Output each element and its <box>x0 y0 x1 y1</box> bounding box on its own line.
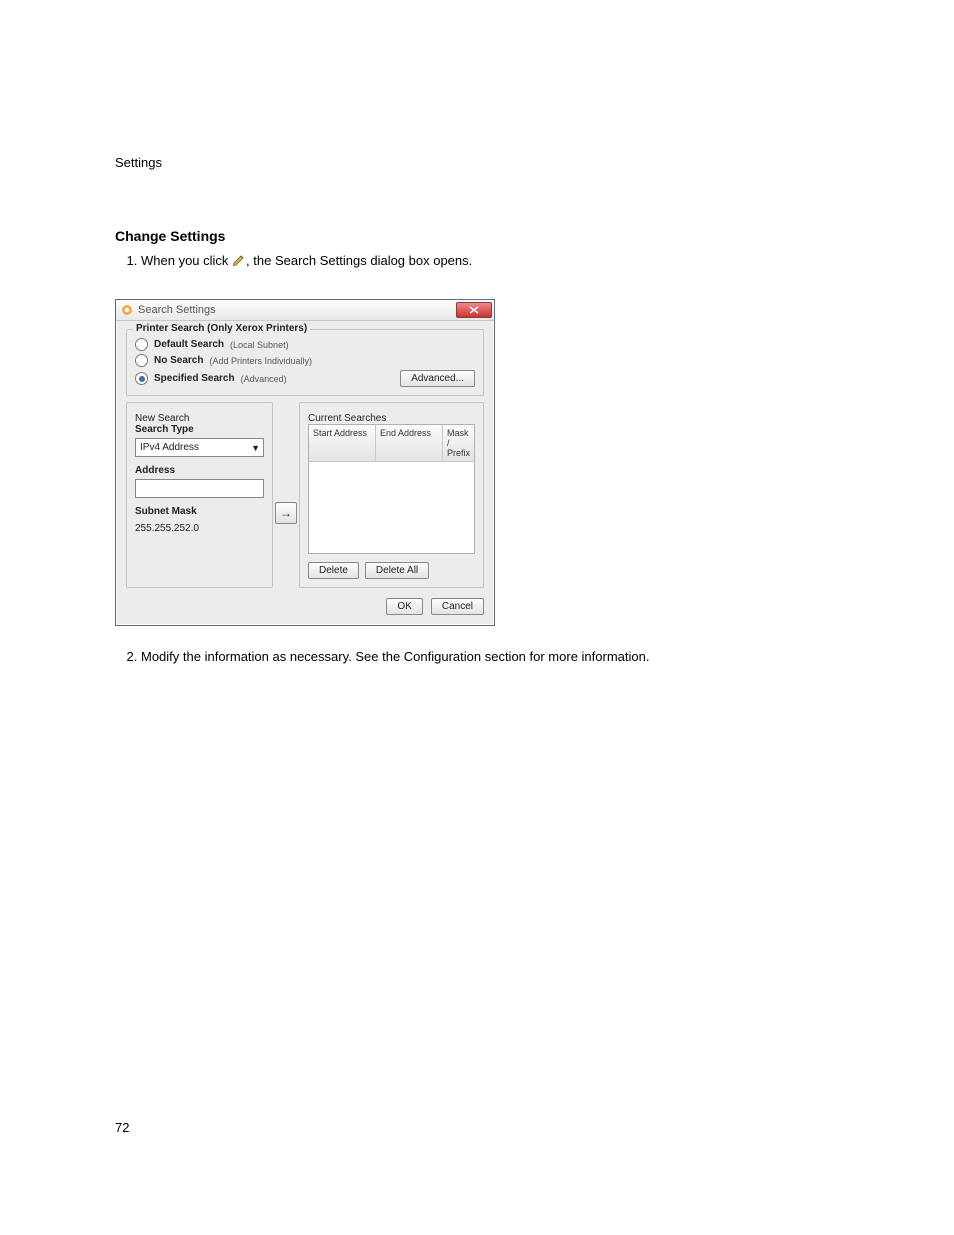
pencil-icon <box>232 252 246 271</box>
section-label: Settings <box>115 155 839 170</box>
searches-table[interactable]: Start Address End Address Mask / Prefix <box>308 424 475 554</box>
radio-hint: (Add Printers Individually) <box>209 356 312 366</box>
advanced-button[interactable]: Advanced... <box>400 370 475 387</box>
radio-label: Specified Search <box>154 373 235 384</box>
step-two: Modify the information as necessary. See… <box>141 648 839 666</box>
search-type-label: Search Type <box>135 424 264 435</box>
add-search-button[interactable]: → <box>275 502 297 524</box>
radio-label: No Search <box>154 355 203 366</box>
new-search-group: New Search Search Type IPv4 Address ▼ Ad… <box>126 402 273 588</box>
app-icon <box>120 303 134 317</box>
delete-all-button[interactable]: Delete All <box>365 562 429 579</box>
printer-search-legend: Printer Search (Only Xerox Printers) <box>133 323 310 334</box>
close-button[interactable] <box>456 302 492 318</box>
search-settings-dialog: Search Settings Printer Search (Only Xer… <box>115 299 495 626</box>
new-search-legend: New Search <box>135 413 189 424</box>
radio-hint: (Advanced) <box>241 374 287 384</box>
subnet-mask-label: Subnet Mask <box>135 506 264 517</box>
dialog-title: Search Settings <box>138 304 456 316</box>
radio-icon <box>135 372 148 385</box>
current-searches-group: Current Searches Start Address End Addre… <box>299 402 484 588</box>
cancel-button[interactable]: Cancel <box>431 598 484 615</box>
address-input[interactable] <box>135 479 264 498</box>
radio-hint: (Local Subnet) <box>230 340 289 350</box>
step-one-part1: When you click <box>141 253 228 268</box>
search-type-value: IPv4 Address <box>140 442 199 453</box>
step-one-part2: , the Search Settings dialog box opens. <box>246 253 472 268</box>
delete-button[interactable]: Delete <box>308 562 359 579</box>
page-heading: Change Settings <box>115 228 839 244</box>
table-header: Start Address End Address Mask / Prefix <box>309 425 474 462</box>
ok-button[interactable]: OK <box>386 598 422 615</box>
printer-search-group: Printer Search (Only Xerox Printers) Def… <box>126 329 484 396</box>
radio-no-search[interactable]: No Search (Add Printers Individually) <box>135 354 475 367</box>
col-mask-prefix[interactable]: Mask / Prefix <box>443 425 474 461</box>
chevron-down-icon: ▼ <box>251 443 260 453</box>
radio-label: Default Search <box>154 339 224 350</box>
page-number: 72 <box>115 1120 129 1135</box>
radio-specified-search[interactable]: Specified Search (Advanced) <box>135 372 287 385</box>
subnet-mask-value: 255.255.252.0 <box>135 520 264 537</box>
step-one: When you click , the Search Settings dia… <box>141 252 839 271</box>
search-type-select[interactable]: IPv4 Address ▼ <box>135 438 264 457</box>
col-start-address[interactable]: Start Address <box>309 425 376 461</box>
radio-icon <box>135 354 148 367</box>
col-end-address[interactable]: End Address <box>376 425 443 461</box>
dialog-titlebar[interactable]: Search Settings <box>116 300 494 321</box>
address-label: Address <box>135 465 264 476</box>
radio-icon <box>135 338 148 351</box>
radio-default-search[interactable]: Default Search (Local Subnet) <box>135 338 475 351</box>
current-searches-legend: Current Searches <box>308 413 386 424</box>
